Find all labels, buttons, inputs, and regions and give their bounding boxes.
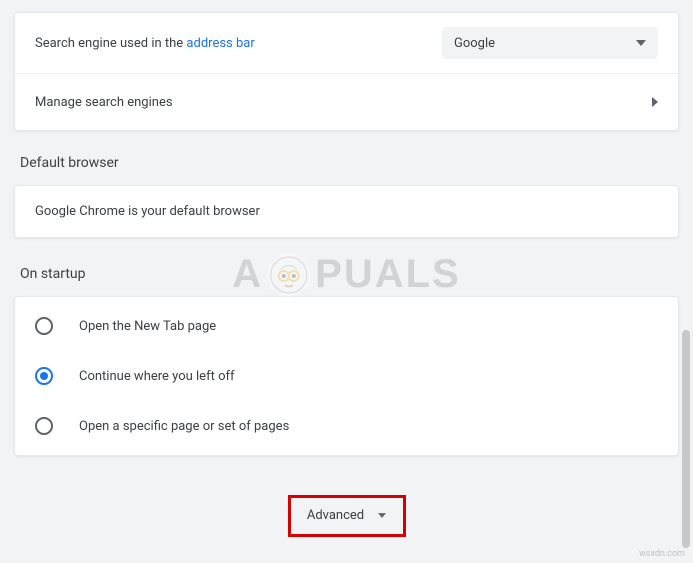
default-browser-title: Default browser [20,155,679,171]
startup-option-label: Open a specific page or set of pages [79,419,289,434]
startup-option-label: Open the New Tab page [79,319,216,334]
manage-search-engines-label: Manage search engines [35,95,173,110]
default-browser-text: Google Chrome is your default browser [35,204,260,219]
startup-option-label: Continue where you left off [79,369,235,384]
search-engine-select[interactable]: Google [442,27,658,59]
advanced-label: Advanced [307,508,364,523]
on-startup-card: Open the New Tab page Continue where you… [14,296,679,456]
search-engine-card: Search engine used in the address bar Go… [14,12,679,131]
manage-search-engines-row[interactable]: Manage search engines [15,74,678,130]
advanced-section: Advanced [14,498,679,533]
search-engine-label: Search engine used in the address bar [35,36,255,51]
default-browser-card: Google Chrome is your default browser [14,185,679,238]
on-startup-title: On startup [20,266,679,282]
caret-down-icon [378,513,386,518]
address-bar-link[interactable]: address bar [186,36,254,51]
search-engine-row: Search engine used in the address bar Go… [15,13,678,74]
startup-option-specific[interactable]: Open a specific page or set of pages [15,401,678,451]
caret-down-icon [636,40,646,46]
radio-icon [35,317,53,335]
startup-option-continue[interactable]: Continue where you left off [15,351,678,401]
advanced-button[interactable]: Advanced [291,498,402,533]
credit-text: wsxdn.com [639,549,685,559]
scrollbar-thumb[interactable] [682,330,690,548]
startup-option-new-tab[interactable]: Open the New Tab page [15,301,678,351]
search-engine-label-text: Search engine used in the [35,36,186,51]
radio-icon-selected [35,367,53,385]
search-engine-selected: Google [454,36,495,51]
chevron-right-icon [652,97,658,107]
radio-icon [35,417,53,435]
